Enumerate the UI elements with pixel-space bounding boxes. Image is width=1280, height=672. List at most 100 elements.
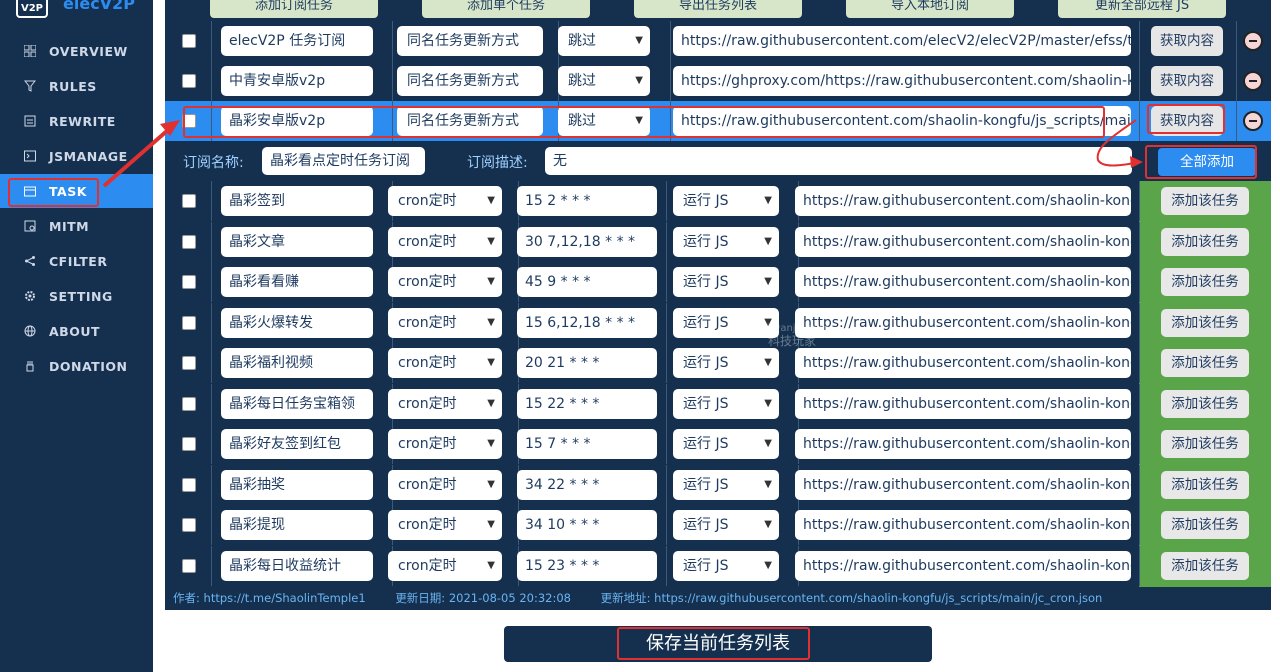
sidebar-item-label: JSMANAGE (49, 148, 128, 164)
cron-time-input[interactable]: 45 9 * * * (517, 267, 657, 297)
task-url-input[interactable]: https://raw.githubusercontent.com/shaoli… (795, 226, 1131, 257)
add-task-button[interactable]: 添加该任务 (1161, 308, 1249, 337)
row-checkbox[interactable] (182, 356, 196, 370)
row-checkbox[interactable] (182, 315, 196, 330)
sidebar-item-setting[interactable]: SETTING (0, 279, 153, 313)
task-url-input[interactable]: https://raw.githubusercontent.com/shaoli… (795, 550, 1131, 581)
add-task-button[interactable]: 添加该任务 (1161, 349, 1249, 377)
task-url-input[interactable]: https://raw.githubusercontent.com/shaoli… (795, 307, 1131, 338)
task-name-input[interactable]: 晶彩火爆转发 (221, 307, 373, 338)
sidebar-item-mitm[interactable]: MITM (0, 209, 153, 243)
subscription-desc-input[interactable]: 无 (545, 147, 1132, 175)
task-type-select[interactable]: cron定时 ▼ (388, 429, 502, 459)
task-name-input[interactable]: 晶彩看看赚 (221, 267, 373, 297)
row-checkbox[interactable] (182, 275, 196, 289)
task-url-input[interactable]: https://raw.githubusercontent.com/shaoli… (795, 429, 1131, 459)
add-task-button[interactable]: 添加该任务 (1161, 187, 1249, 215)
add-task-button[interactable]: 添加该任务 (1161, 430, 1249, 458)
task-action-select[interactable]: 运行 JS ▼ (673, 226, 779, 257)
task-name-input[interactable]: 晶彩每日收益统计 (221, 550, 373, 581)
task-action-select[interactable]: 运行 JS ▼ (673, 429, 779, 459)
sidebar-item-donation[interactable]: DONATION (0, 349, 153, 383)
row-checkbox[interactable] (182, 234, 196, 249)
toolbar-button-5[interactable]: 更新全部远程 JS (1058, 0, 1226, 18)
row-checkbox[interactable] (182, 437, 196, 451)
row-checkbox[interactable] (182, 477, 196, 492)
task-name-input[interactable]: 晶彩签到 (221, 186, 373, 216)
subscription-url-input[interactable]: https://raw.githubusercontent.com/elecV2… (673, 26, 1131, 56)
add-task-button[interactable]: 添加该任务 (1161, 268, 1249, 296)
subscription-name-input[interactable]: 晶彩看点定时任务订阅 (262, 147, 425, 175)
task-name-input[interactable]: 晶彩提现 (221, 510, 373, 540)
add-task-button[interactable]: 添加该任务 (1161, 511, 1249, 539)
task-type-select[interactable]: cron定时 ▼ (388, 307, 502, 338)
task-type-select[interactable]: cron定时 ▼ (388, 186, 502, 216)
update-mode-select[interactable]: 跳过 ▼ (558, 26, 650, 56)
task-url-input[interactable]: https://raw.githubusercontent.com/shaoli… (795, 348, 1131, 378)
toolbar-button-3[interactable]: 导出任务列表 (634, 0, 802, 18)
task-url-input[interactable]: https://raw.githubusercontent.com/shaoli… (795, 186, 1131, 216)
task-type-select[interactable]: cron定时 ▼ (388, 388, 502, 419)
task-action-select[interactable]: 运行 JS ▼ (673, 469, 779, 500)
task-url-input[interactable]: https://raw.githubusercontent.com/shaoli… (795, 388, 1131, 419)
task-action-select[interactable]: 运行 JS ▼ (673, 388, 779, 419)
task-action-select[interactable]: 运行 JS ▼ (673, 550, 779, 581)
task-type-select[interactable]: cron定时 ▼ (388, 550, 502, 581)
task-name-input[interactable]: 晶彩文章 (221, 226, 373, 257)
task-url-input[interactable]: https://raw.githubusercontent.com/shaoli… (795, 469, 1131, 500)
task-type-select[interactable]: cron定时 ▼ (388, 469, 502, 500)
sidebar-item-about[interactable]: ABOUT (0, 314, 153, 348)
cron-time-input[interactable]: 15 22 * * * (517, 388, 657, 419)
cron-time-input[interactable]: 30 7,12,18 * * * (517, 226, 657, 257)
add-task-button[interactable]: 添加该任务 (1161, 227, 1249, 256)
subscription-name-input[interactable]: 中青安卓版v2p (221, 66, 373, 96)
task-name-input[interactable]: 晶彩每日任务宝箱领 (221, 388, 373, 419)
row-checkbox[interactable] (182, 34, 196, 48)
toolbar-button-4[interactable]: 导入本地订阅 (846, 0, 1014, 18)
task-action-select[interactable]: 运行 JS ▼ (673, 348, 779, 378)
cron-time-input[interactable]: 34 22 * * * (517, 469, 657, 500)
update-mode-select[interactable]: 跳过 ▼ (558, 66, 650, 96)
cron-time-input[interactable]: 15 23 * * * (517, 550, 657, 581)
task-row: 晶彩每日收益统计 cron定时 ▼ 15 23 * * * 运行 JS ▼ https://… (165, 545, 1140, 586)
task-type-select[interactable]: cron定时 ▼ (388, 267, 502, 297)
row-checkbox[interactable] (182, 518, 196, 532)
remove-icon[interactable] (1243, 111, 1263, 131)
sidebar-item-rules[interactable]: RULES (0, 69, 153, 103)
add-task-button[interactable]: 添加该任务 (1161, 470, 1249, 499)
row-checkbox[interactable] (182, 194, 196, 208)
sidebar-item-jsmanage[interactable]: JSMANAGE (0, 139, 153, 173)
subscription-name-input[interactable]: elecV2P 任务订阅 (221, 26, 373, 56)
cron-time-input[interactable]: 34 10 * * * (517, 510, 657, 540)
subscription-url-input[interactable]: https://ghproxy.com/https://raw.githubus… (673, 66, 1131, 96)
task-type-select[interactable]: cron定时 ▼ (388, 348, 502, 378)
toolbar-button-1[interactable]: 添加订阅任务 (210, 0, 378, 18)
remove-icon[interactable] (1243, 71, 1263, 91)
sidebar-item-overview[interactable]: OVERVIEW (0, 34, 153, 68)
cron-time-input[interactable]: 15 2 * * * (517, 186, 657, 216)
fetch-content-button[interactable]: 获取内容 (1151, 26, 1223, 56)
cron-time-input[interactable]: 15 7 * * * (517, 429, 657, 459)
row-checkbox[interactable] (182, 396, 196, 411)
sidebar-item-rewrite[interactable]: REWRITE (0, 104, 153, 138)
task-url-input[interactable]: https://raw.githubusercontent.com/shaoli… (795, 510, 1131, 540)
task-url-input[interactable]: https://raw.githubusercontent.com/shaoli… (795, 267, 1131, 297)
task-type-select[interactable]: cron定时 ▼ (388, 510, 502, 540)
cron-time-input[interactable]: 15 6,12,18 * * * (517, 307, 657, 338)
row-checkbox[interactable] (182, 74, 196, 88)
task-action-select[interactable]: 运行 JS ▼ (673, 267, 779, 297)
sidebar-item-cfilter[interactable]: CFILTER (0, 244, 153, 278)
task-name-input[interactable]: 晶彩福利视频 (221, 348, 373, 378)
task-action-select[interactable]: 运行 JS ▼ (673, 510, 779, 540)
add-task-button[interactable]: 添加该任务 (1161, 389, 1249, 418)
row-checkbox[interactable] (182, 558, 196, 573)
task-name-input[interactable]: 晶彩抽奖 (221, 469, 373, 500)
remove-icon[interactable] (1243, 31, 1263, 51)
task-type-select[interactable]: cron定时 ▼ (388, 226, 502, 257)
task-action-select[interactable]: 运行 JS ▼ (673, 186, 779, 216)
task-name-input[interactable]: 晶彩好友签到红包 (221, 429, 373, 459)
add-task-button[interactable]: 添加该任务 (1161, 551, 1249, 580)
fetch-content-button[interactable]: 获取内容 (1151, 66, 1223, 96)
toolbar-button-2[interactable]: 添加单个任务 (422, 0, 590, 18)
cron-time-input[interactable]: 20 21 * * * (517, 348, 657, 378)
